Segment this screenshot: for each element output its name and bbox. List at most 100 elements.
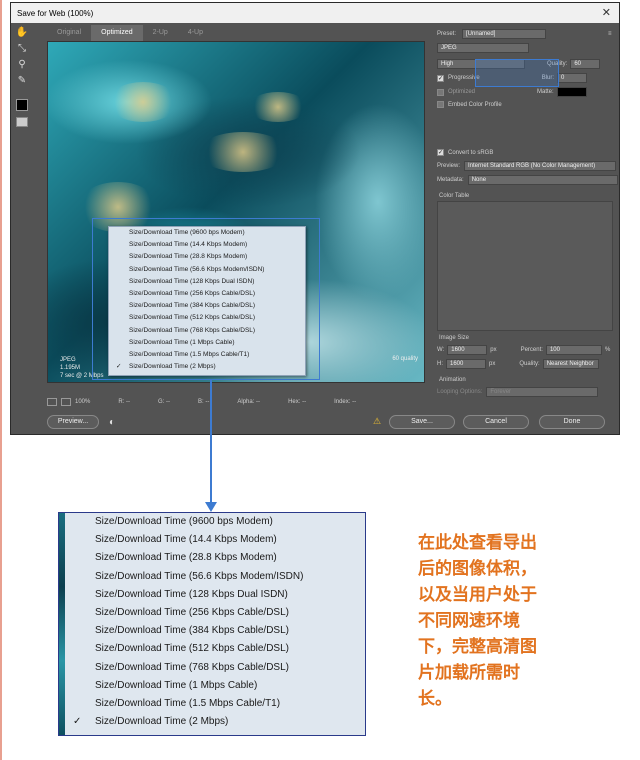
callout-arrow-head [205,502,217,512]
download-time-menu: Size/Download Time (9600 bps Modem) Size/… [108,226,306,376]
gold-fleck [248,92,308,122]
margin-line [0,0,2,760]
resample-quality-select[interactable]: Nearest Neighbor [542,359,599,369]
done-button[interactable]: Done [539,415,605,429]
embed-profile-checkbox[interactable] [437,101,444,108]
download-menu-enlarged-item[interactable]: Size/Download Time (14.4 Kbps Modem) [59,531,365,549]
checkmark-icon: ✓ [116,363,122,371]
matte-label: Matte: [537,89,554,95]
blur-input[interactable]: 0 [557,73,588,83]
download-menu-enlarged-item[interactable]: ✓ Size/Download Time (2 Mbps) [59,713,365,731]
save-button[interactable]: Save... [389,415,455,429]
close-icon[interactable]: ✕ [602,6,611,19]
quality-input[interactable]: 60 [570,59,601,69]
download-menu-item[interactable]: Size/Download Time (9600 bps Modem) [109,227,305,239]
tab-original[interactable]: Original [47,25,91,41]
zoom-tool-icon[interactable]: ⚲ [15,59,29,71]
color-table-heading: Color Table [439,193,470,199]
optimized-checkbox[interactable] [437,88,444,96]
height-label: H: [437,361,443,367]
dialog-title: Save for Web (100%) [17,9,94,18]
metadata-label: Metadata: [437,177,464,183]
convert-srgb-checkbox[interactable]: ✓ [437,149,444,156]
download-menu-enlarged-item[interactable]: Size/Download Time (256 Kbps Cable/DSL) [59,604,365,622]
looping-select[interactable]: Forever [486,387,599,397]
tab-2-up[interactable]: 2-Up [143,25,178,41]
format-select[interactable]: JPEG [437,43,529,53]
download-menu-item[interactable]: Size/Download Time (384 Kbps Cable/DSL) [109,300,305,312]
checkmark-icon: ✓ [73,716,82,728]
toggle-slices-icon[interactable] [16,117,28,127]
optimized-row: Optimized Matte: [437,87,587,97]
tab-optimized[interactable]: Optimized [91,25,143,41]
slice-select-tool-icon[interactable]: ⤡ [15,43,29,55]
matte-swatch[interactable] [556,87,587,97]
download-menu-enlarged-item-label: Size/Download Time (28.8 Kbps Modem) [95,552,277,564]
download-menu-item[interactable]: Size/Download Time (1 Mbps Cable) [109,337,305,349]
preview-button[interactable]: Preview... [47,415,99,429]
status-bar: 100% R: -- G: -- B: -- Alpha: -- Hex: --… [47,395,425,409]
animation-heading: Animation [439,377,466,383]
progressive-checkbox[interactable]: ✓ [437,74,444,82]
dialog-footer: Preview... ◐ ⚠ Save... Cancel Done [11,413,619,434]
preview-profile-select[interactable]: Internet Standard RGB (No Color Manageme… [464,161,617,171]
readout-index: Index: -- [334,399,357,405]
width-input[interactable]: 1600 [447,345,488,355]
looping-row: Looping Options: Forever [437,387,599,397]
page: Save for Web (100%) ✕ ✋ ⤡ ⚲ ✎ Original O… [0,0,640,760]
download-menu-item-label: Size/Download Time (2 Mbps) [129,363,216,371]
download-menu-item[interactable]: Size/Download Time (1.5 Mbps Cable/T1) [109,349,305,361]
panel-menu-icon[interactable]: ≡ [608,31,612,37]
download-menu-enlarged-item[interactable]: Size/Download Time (56.6 Kbps Modem/ISDN… [59,568,365,586]
preset-label: Preset: [437,31,457,37]
preset-select[interactable]: [Unnamed] [462,29,547,39]
metadata-select[interactable]: None [467,175,618,185]
download-menu-item[interactable]: Size/Download Time (28.8 Kbps Modem) [109,251,305,263]
download-menu-enlarged-item[interactable]: Size/Download Time (9600 bps Modem) [59,513,365,531]
tab-4-up[interactable]: 4-Up [178,25,213,41]
download-menu-item[interactable]: Size/Download Time (512 Kbps Cable/DSL) [109,312,305,324]
download-menu-enlarged-item[interactable]: Size/Download Time (128 Kbps Dual ISDN) [59,586,365,604]
download-menu-enlarged-item[interactable]: Size/Download Time (768 Kbps Cable/DSL) [59,659,365,677]
hand-tool-icon[interactable]: ✋ [15,27,29,39]
percent-input[interactable]: 100 [545,345,602,355]
download-menu-enlarged-item[interactable]: Size/Download Time (384 Kbps Cable/DSL) [59,622,365,640]
looping-label: Looping Options: [437,389,483,395]
download-menu-enlarged-item-label: Size/Download Time (256 Kbps Cable/DSL) [95,606,289,618]
zoom-level[interactable]: 100% [75,399,90,405]
gold-fleck [198,132,288,172]
preview-profile-label: Preview: [437,163,461,169]
download-menu-enlarged-item-label: Size/Download Time (128 Kbps Dual ISDN) [95,588,288,600]
format-row: JPEG [437,43,529,53]
download-menu-enlarged-item[interactable]: Size/Download Time (28.8 Kbps Modem) [59,549,365,567]
download-menu-item-label: Size/Download Time (512 Kbps Cable/DSL) [129,314,256,322]
download-menu-enlarged-item-label: Size/Download Time (768 Kbps Cable/DSL) [95,661,289,673]
eyedropper-tool-icon[interactable]: ✎ [15,75,29,87]
download-time-menu-enlarged: Size/Download Time (9600 bps Modem) Size/… [58,512,366,736]
zoom-in-icon[interactable] [61,398,71,406]
preview-quality: 60 quality [392,356,418,362]
download-menu-enlarged-item-label: Size/Download Time (9600 bps Modem) [95,516,273,527]
metadata-row: Metadata: None [437,175,618,185]
browser-preview-icon[interactable]: ◐ [105,417,119,429]
zoom-out-icon[interactable] [47,398,57,406]
download-menu-enlarged-item[interactable]: Size/Download Time (1.5 Mbps Cable/T1) [59,695,365,713]
convert-srgb-label: Convert to sRGB [448,149,494,156]
download-menu-item[interactable]: Size/Download Time (14.4 Kbps Modem) [109,239,305,251]
cancel-button[interactable]: Cancel [463,415,529,429]
height-input[interactable]: 1600 [446,359,486,369]
view-tabs: Original Optimized 2-Up 4-Up [47,25,213,41]
download-menu-enlarged-item[interactable]: Size/Download Time (1 Mbps Cable) [59,677,365,695]
embed-profile-row: Embed Color Profile [437,101,502,108]
download-menu-enlarged-item[interactable]: Size/Download Time (512 Kbps Cable/DSL) [59,640,365,658]
download-menu-item[interactable]: ✓ Size/Download Time (2 Mbps) [109,361,305,373]
resample-quality-label: Quality: [519,361,540,367]
download-menu-item[interactable]: Size/Download Time (768 Kbps Cable/DSL) [109,325,305,337]
download-menu-item[interactable]: Size/Download Time (128 Kbps Dual ISDN) [109,276,305,288]
eyedropper-color-swatch[interactable] [16,99,28,111]
optimized-label: Optimized [448,89,476,95]
download-menu-item[interactable]: Size/Download Time (56.6 Kbps Modem/ISDN… [109,264,305,276]
readout-r: R: -- [118,399,131,405]
download-menu-item[interactable]: Size/Download Time (256 Kbps Cable/DSL) [109,288,305,300]
settings-panel: Preset: [Unnamed] ≡ JPEG High Quality: 6… [431,25,619,415]
